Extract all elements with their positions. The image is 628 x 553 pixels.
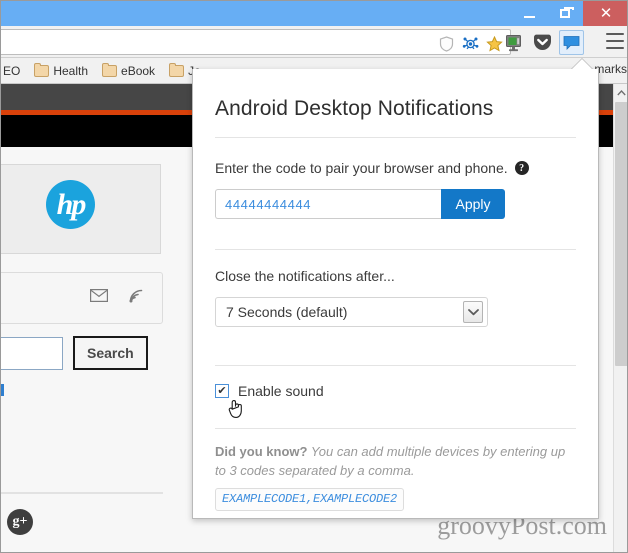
- folder-icon: [34, 62, 50, 77]
- bookmark-item[interactable]: EO: [1, 62, 27, 80]
- other-bookmarks-button[interactable]: marks: [594, 62, 627, 76]
- search-input[interactable]: [1, 336, 63, 370]
- minimize-button[interactable]: [511, 1, 547, 26]
- enable-sound-checkbox[interactable]: ✔: [215, 384, 229, 398]
- close-after-section: Close the notifications after... 7 Secon…: [215, 249, 576, 327]
- apply-button[interactable]: Apply: [441, 189, 505, 219]
- browser-toolbar: [1, 26, 627, 58]
- menu-line: [606, 47, 624, 49]
- mail-icon[interactable]: [90, 289, 108, 307]
- pair-code-row: Apply: [215, 189, 576, 219]
- site-link-snippet[interactable]: [1, 384, 4, 396]
- other-bookmarks-label: marks: [594, 62, 627, 76]
- popup-title: Android Desktop Notifications: [215, 97, 494, 120]
- folder-icon: [102, 62, 118, 77]
- extension-lastpass[interactable]: [501, 30, 526, 55]
- apply-button-label: Apply: [455, 196, 491, 212]
- ghostery-icon[interactable]: [461, 34, 480, 53]
- extension-icon-group: [501, 30, 584, 55]
- title-bar: ✕: [1, 1, 627, 26]
- scroll-up-arrow[interactable]: [614, 84, 627, 101]
- hp-logo: hp: [46, 180, 95, 229]
- menu-line: [606, 40, 624, 42]
- popup-divider: [215, 249, 576, 250]
- rss-icon[interactable]: [128, 288, 144, 309]
- minimize-icon: [523, 15, 535, 18]
- enable-sound-label: Enable sound: [238, 383, 324, 399]
- bookmark-item[interactable]: eBook: [95, 62, 162, 80]
- bookmark-label: Health: [53, 63, 89, 78]
- chevron-down-icon[interactable]: [463, 301, 483, 323]
- chrome-menu-button[interactable]: [606, 33, 624, 49]
- popup-arrow: [571, 59, 593, 70]
- extension-notifications[interactable]: [559, 30, 584, 55]
- window-controls: ✕: [511, 1, 627, 26]
- bookmark-label: EO: [3, 63, 21, 78]
- omnibox-icon-group: [437, 34, 504, 53]
- search-button[interactable]: Search: [73, 336, 148, 370]
- help-icon[interactable]: ?: [514, 161, 529, 175]
- example-code-badge: EXAMPLECODE1,EXAMPLECODE2: [215, 487, 405, 512]
- site-divider: [1, 492, 163, 494]
- popup-divider: [215, 137, 576, 138]
- google-plus-label: g+: [12, 514, 28, 529]
- close-after-label-text: Close the notifications after...: [215, 268, 395, 284]
- page-scrollbar[interactable]: [613, 84, 627, 552]
- site-search-row: Search: [1, 336, 148, 370]
- hand-cursor-icon: [227, 397, 245, 419]
- bookmark-item[interactable]: Health: [27, 62, 95, 80]
- pair-code-label: Enter the code to pair your browser and …: [215, 160, 576, 176]
- extension-pocket[interactable]: [530, 30, 555, 55]
- notifications-popup: Android Desktop Notifications Enter the …: [192, 69, 599, 519]
- address-bar[interactable]: [1, 29, 511, 55]
- tip-heading: Did you know?: [215, 444, 308, 459]
- pair-code-input[interactable]: [215, 189, 441, 219]
- bookmark-label: eBook: [121, 63, 156, 78]
- close-button[interactable]: ✕: [583, 1, 627, 26]
- popup-divider: [215, 365, 576, 366]
- folder-icon: [169, 62, 185, 77]
- popup-divider: [215, 428, 576, 429]
- scrollbar-thumb[interactable]: [615, 102, 627, 366]
- close-icon: ✕: [599, 5, 613, 22]
- maximize-icon: [560, 7, 574, 18]
- browser-window: ✕ EO Health eBook marks hp Search g+ gro…: [0, 0, 628, 553]
- did-you-know-tip: Did you know? You can add multiple devic…: [215, 443, 576, 512]
- search-button-label: Search: [87, 345, 134, 361]
- social-links-card: [1, 272, 163, 324]
- close-after-label: Close the notifications after...: [215, 268, 576, 284]
- checkmark-icon: ✔: [217, 384, 227, 397]
- pair-code-label-text: Enter the code to pair your browser and …: [215, 160, 508, 176]
- maximize-button[interactable]: [547, 1, 583, 26]
- google-plus-icon[interactable]: g+: [7, 509, 33, 535]
- enable-sound-row[interactable]: ✔ Enable sound: [215, 383, 576, 418]
- menu-line: [606, 33, 624, 35]
- duration-selected-value: 7 Seconds (default): [226, 304, 348, 320]
- duration-select[interactable]: 7 Seconds (default): [215, 297, 488, 327]
- hp-ad-card[interactable]: hp: [1, 164, 161, 254]
- shield-icon[interactable]: [437, 34, 456, 53]
